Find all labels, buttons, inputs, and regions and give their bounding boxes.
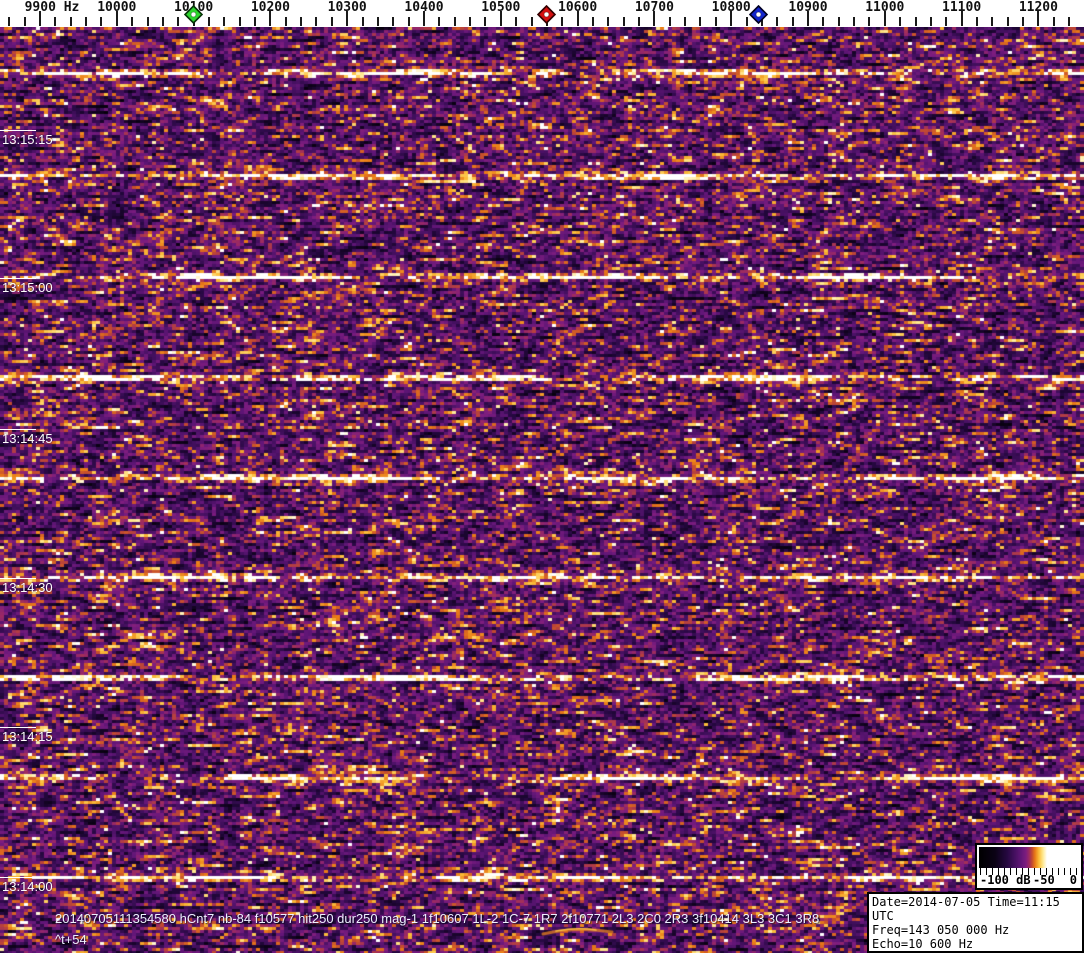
freq-minor-tick <box>591 17 594 26</box>
time-axis-label: 13:14:30 <box>2 580 53 595</box>
freq-minor-tick <box>1022 17 1025 26</box>
freq-minor-tick <box>837 17 840 26</box>
freq-minor-tick <box>361 17 364 26</box>
freq-minor-tick <box>131 17 134 26</box>
time-axis-label: 13:14:00 <box>2 879 53 894</box>
spectrogram-canvas <box>0 27 1084 953</box>
freq-minor-tick <box>776 17 779 26</box>
info-date-line: Date=2014-07-05 Time=11:15 UTC <box>872 895 1060 923</box>
time-axis-label: 13:15:00 <box>2 280 53 295</box>
freq-axis-label: 10200 <box>250 0 290 15</box>
freq-minor-tick <box>8 17 11 26</box>
freq-minor-tick <box>853 17 856 26</box>
freq-minor-tick <box>438 17 441 26</box>
freq-minor-tick <box>376 17 379 26</box>
freq-minor-tick <box>100 17 103 26</box>
freq-minor-tick <box>638 17 641 26</box>
info-echo-line: Echo=10 600 Hz <box>872 937 974 951</box>
freq-minor-tick <box>177 17 180 26</box>
freq-minor-tick <box>238 17 241 26</box>
detection-meta-text: 20140705111354580 hCnt7 nb-84 f10577 hit… <box>55 911 820 926</box>
freq-axis-label: 10700 <box>634 0 674 15</box>
freq-minor-tick <box>515 17 518 26</box>
freq-minor-tick <box>54 17 57 26</box>
freq-axis-label: 10500 <box>481 0 521 15</box>
time-tick <box>0 429 36 430</box>
freq-minor-tick <box>23 17 26 26</box>
time-tick <box>0 877 36 878</box>
freq-minor-tick <box>1006 17 1009 26</box>
freq-minor-tick <box>223 17 226 26</box>
freq-axis-label: 10400 <box>404 0 444 15</box>
time-axis-label: 13:14:45 <box>2 431 53 446</box>
freq-minor-tick <box>868 17 871 26</box>
freq-minor-tick <box>315 17 318 26</box>
freq-minor-tick <box>254 17 257 26</box>
freq-minor-tick <box>945 17 948 26</box>
freq-axis-label: 10000 <box>97 0 137 15</box>
freq-axis-label: 10600 <box>558 0 598 15</box>
freq-minor-tick <box>453 17 456 26</box>
colorbar-legend: -100 dB -50 0 <box>975 843 1083 890</box>
freq-minor-tick <box>699 17 702 26</box>
freq-minor-tick <box>392 17 395 26</box>
freq-minor-tick <box>469 17 472 26</box>
green-marker-diamond-icon <box>183 4 204 25</box>
freq-minor-tick <box>822 17 825 26</box>
freq-axis-label: 11100 <box>942 0 982 15</box>
red-marker-diamond-icon <box>537 4 557 25</box>
freq-axis-label: 10900 <box>788 0 828 15</box>
freq-minor-tick <box>975 17 978 26</box>
freq-minor-tick <box>622 17 625 26</box>
observation-info-box: Date=2014-07-05 Time=11:15 UTC Freq=143 … <box>867 892 1084 953</box>
freq-axis-label: 11000 <box>865 0 905 15</box>
freq-minor-tick <box>85 17 88 26</box>
time-axis-label: 13:14:15 <box>2 729 53 744</box>
time-tick <box>0 727 36 728</box>
colorbar-label-max: 0 <box>1069 873 1077 887</box>
freq-axis-label: 11200 <box>1018 0 1058 15</box>
freq-minor-tick <box>684 17 687 26</box>
freq-minor-tick <box>991 17 994 26</box>
freq-minor-tick <box>914 17 917 26</box>
time-tick <box>0 130 36 131</box>
time-tick <box>0 578 36 579</box>
cursor-readout-text: ^t+54 <box>55 932 87 947</box>
freq-minor-tick <box>791 17 794 26</box>
freq-minor-tick <box>1052 17 1055 26</box>
freq-minor-tick <box>668 17 671 26</box>
freq-axis-label: 10800 <box>711 0 751 15</box>
freq-axis-label: 9900 Hz <box>24 0 80 15</box>
freq-minor-tick <box>300 17 303 26</box>
colorbar-gradient <box>979 847 1079 868</box>
freq-minor-tick <box>484 17 487 26</box>
freq-minor-tick <box>69 17 72 26</box>
freq-minor-tick <box>330 17 333 26</box>
freq-minor-tick <box>745 17 748 26</box>
frequency-ruler: 9900 Hz100001010010200103001040010500106… <box>0 0 1084 27</box>
freq-minor-tick <box>561 17 564 26</box>
freq-minor-tick <box>1068 17 1071 26</box>
freq-minor-tick <box>146 17 149 26</box>
freq-minor-tick <box>607 17 610 26</box>
blue-marker-diamond-icon <box>748 4 768 25</box>
freq-minor-tick <box>899 17 902 26</box>
time-axis-label: 13:15:15 <box>2 132 53 147</box>
freq-minor-tick <box>284 17 287 26</box>
freq-axis-label: 10300 <box>327 0 367 15</box>
freq-minor-tick <box>530 17 533 26</box>
info-freq-line: Freq=143 050 000 Hz <box>872 923 1010 937</box>
freq-minor-tick <box>929 17 932 26</box>
colorbar-label-mid: -50 <box>1033 873 1055 887</box>
time-tick <box>0 278 36 279</box>
meteor-waterfall-window: 9900 Hz100001010010200103001040010500106… <box>0 0 1084 953</box>
freq-minor-tick <box>407 17 410 26</box>
colorbar-label-min: -100 dB <box>980 873 1031 887</box>
freq-minor-tick <box>207 17 210 26</box>
freq-minor-tick <box>714 17 717 26</box>
freq-minor-tick <box>161 17 164 26</box>
